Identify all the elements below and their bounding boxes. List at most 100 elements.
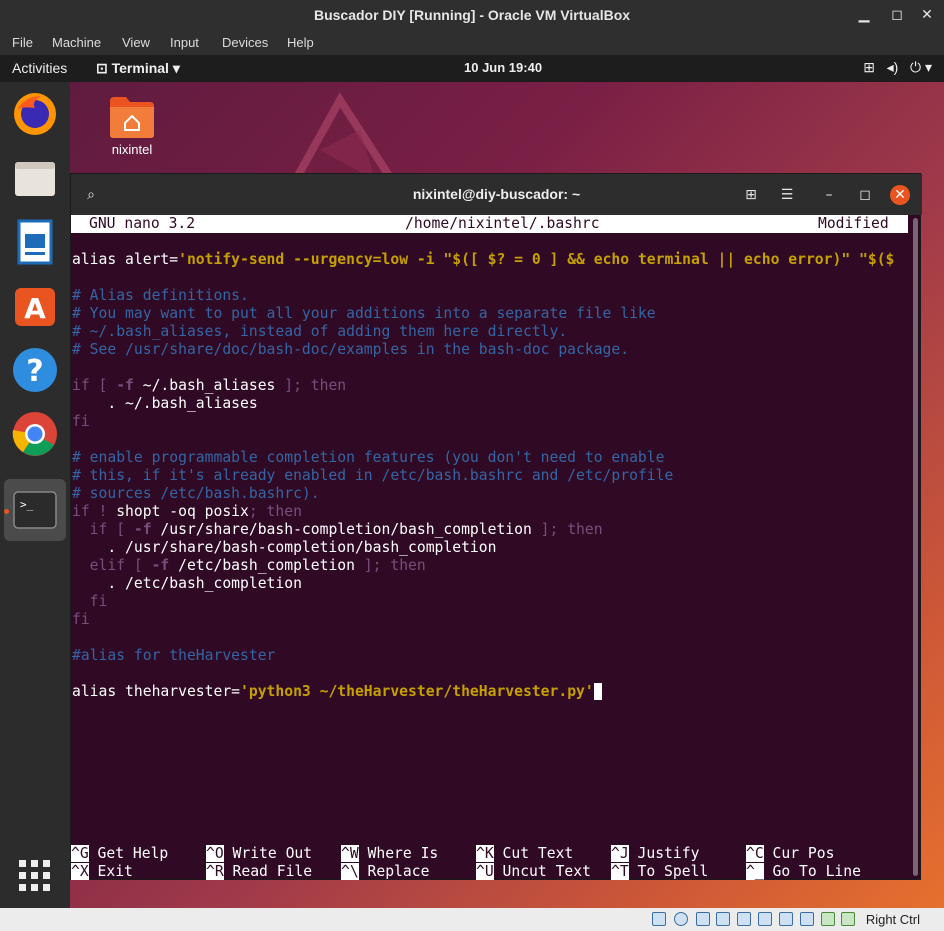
code-comment: # You may want to put all your additions… <box>72 305 656 322</box>
shortcut-where-is[interactable]: ^W Where Is <box>341 845 438 863</box>
maximize-icon[interactable]: ◻ <box>888 6 906 24</box>
network-adapter-icon[interactable] <box>716 912 730 926</box>
svg-text:?: ? <box>26 354 43 389</box>
shortcut-label: To Spell <box>637 863 709 880</box>
menu-help[interactable]: Help <box>287 35 314 50</box>
audio-icon[interactable] <box>696 912 710 926</box>
shortcut-write-out[interactable]: ^O Write Out <box>206 845 312 863</box>
shortcut-go-to-line[interactable]: ^_ Go To Line <box>746 863 861 881</box>
software-icon[interactable]: A <box>11 282 59 330</box>
desktop-home-folder[interactable]: nixintel <box>103 95 161 157</box>
host-key-arrow-icon[interactable] <box>841 912 855 926</box>
shortcut-read-file[interactable]: ^R Read File <box>206 863 312 881</box>
code-line: if ! shopt -oq posix; then <box>72 503 302 521</box>
app-menu[interactable]: ⊡ Terminal ▾ <box>96 60 180 77</box>
code-keyword: elif [ <box>72 557 152 574</box>
code-line: . /etc/bash_completion <box>72 575 302 592</box>
minimize-icon[interactable]: – <box>819 185 839 205</box>
terminal-small-icon: ⊡ <box>96 60 112 76</box>
shortcut-label: Where Is <box>367 845 439 862</box>
menu-machine[interactable]: Machine <box>52 35 101 50</box>
menu-view[interactable]: View <box>122 35 150 50</box>
menu-devices[interactable]: Devices <box>222 35 268 50</box>
shortcut-justify[interactable]: ^J Justify <box>611 845 699 863</box>
code-line: . /usr/share/bash-completion/bash_comple… <box>72 539 497 556</box>
shortcut-key: ^U <box>476 863 494 880</box>
close-icon[interactable]: ✕ <box>890 185 910 205</box>
close-icon[interactable]: ✕ <box>918 6 936 24</box>
code-keyword: fi <box>72 413 90 430</box>
nano-modified-status: Modified <box>818 215 889 232</box>
shortcut-key: ^X <box>71 863 89 880</box>
shortcut-to-spell[interactable]: ^T To Spell <box>611 863 708 881</box>
activities-button[interactable]: Activities <box>12 60 67 76</box>
shortcut-label: Replace <box>367 863 430 880</box>
code-keyword: if ! <box>72 503 117 520</box>
shared-folders-icon[interactable] <box>758 912 772 926</box>
code-keyword: if [ <box>72 521 134 538</box>
nano-version: GNU nano 3.2 <box>89 215 196 232</box>
video-capture-icon[interactable] <box>800 912 814 926</box>
window-title: Buscador DIY [Running] - Oracle VM Virtu… <box>313 7 631 23</box>
code-keyword: ]; then <box>284 377 347 394</box>
menu-input[interactable]: Input <box>170 35 199 50</box>
firefox-icon[interactable] <box>11 90 59 138</box>
code-line: if [ -f /usr/share/bash-completion/bash_… <box>72 521 603 539</box>
terminal-icon[interactable]: >_ <box>11 486 59 534</box>
hamburger-menu-icon[interactable]: ☰ <box>777 185 797 205</box>
code-comment: # ~/.bash_aliases, instead of adding the… <box>72 323 568 340</box>
shortcut-key: ^W <box>341 845 359 862</box>
shortcut-key: ^\ <box>341 863 359 880</box>
shortcut-key: ^C <box>746 845 764 862</box>
new-tab-icon[interactable]: ⊞ <box>741 185 761 205</box>
shortcut-get-help[interactable]: ^G Get Help <box>71 845 168 863</box>
help-icon[interactable]: ? <box>11 346 59 394</box>
dock: A ? >_ <box>0 82 70 908</box>
maximize-icon[interactable]: ◻ <box>855 185 875 205</box>
nano-editor[interactable]: GNU nano 3.2 /home/nixintel/.bashrc Modi… <box>71 215 911 881</box>
code-keyword: fi <box>72 593 108 610</box>
shortcut-exit[interactable]: ^X Exit <box>71 863 133 881</box>
shortcut-label: Write Out <box>232 845 313 862</box>
volume-icon: ◂) <box>886 59 899 75</box>
shortcut-replace[interactable]: ^\ Replace <box>341 863 429 881</box>
code-line: if [ -f ~/.bash_aliases ]; then <box>72 377 346 395</box>
home-folder-icon <box>110 97 154 138</box>
shortcut-key: ^T <box>611 863 629 880</box>
writer-icon[interactable] <box>11 218 59 266</box>
guest-screen: Activities ⊡ Terminal ▾ 10 Jun 19:40 ⊞ ◂… <box>0 55 944 908</box>
shortcut-label: Uncut Text <box>502 863 591 880</box>
code-comment: # enable programmable completion feature… <box>72 449 665 466</box>
code-token: shopt -oq posix <box>116 503 249 520</box>
shortcut-label: Cut Text <box>502 845 574 862</box>
shortcut-key: ^K <box>476 845 494 862</box>
chevron-down-icon: ▾ <box>168 60 180 76</box>
minimize-icon[interactable]: ▁ <box>855 6 873 24</box>
power-icon: ⏻ ▾ <box>910 59 932 75</box>
nano-filename: /home/nixintel/.bashrc <box>405 215 600 232</box>
shortcut-uncut-text[interactable]: ^U Uncut Text <box>476 863 591 881</box>
code-string: 'notify-send --urgency=low -i "$([ $? = … <box>178 251 895 268</box>
usb-icon[interactable] <box>737 912 751 926</box>
code-comment: # sources /etc/bash.bashrc). <box>72 485 320 502</box>
files-icon[interactable] <box>11 154 59 202</box>
code-token: /usr/share/bash-completion/bash_completi… <box>151 521 541 538</box>
menu-file[interactable]: File <box>12 35 33 50</box>
clock[interactable]: 10 Jun 19:40 <box>464 60 542 75</box>
text-cursor <box>593 683 602 700</box>
hard-disk-icon[interactable] <box>652 912 666 926</box>
svg-text:A: A <box>24 292 46 325</box>
shortcut-label: Read File <box>232 863 313 880</box>
app-grid-icon[interactable] <box>11 852 59 900</box>
display-icon[interactable] <box>779 912 793 926</box>
terminal-scrollbar[interactable] <box>913 218 918 876</box>
shortcut-key: ^O <box>206 845 224 862</box>
shortcut-cur-pos[interactable]: ^C Cur Pos <box>746 845 834 863</box>
mouse-integration-icon[interactable] <box>821 912 835 926</box>
system-tray[interactable]: ⊞ ◂) ⏻ ▾ <box>863 59 932 76</box>
chrome-icon[interactable] <box>11 410 59 458</box>
shortcut-label: Justify <box>637 845 700 862</box>
shortcut-cut-text[interactable]: ^K Cut Text <box>476 845 573 863</box>
code-flag: -f <box>133 521 152 538</box>
optical-drive-icon[interactable] <box>674 912 688 926</box>
